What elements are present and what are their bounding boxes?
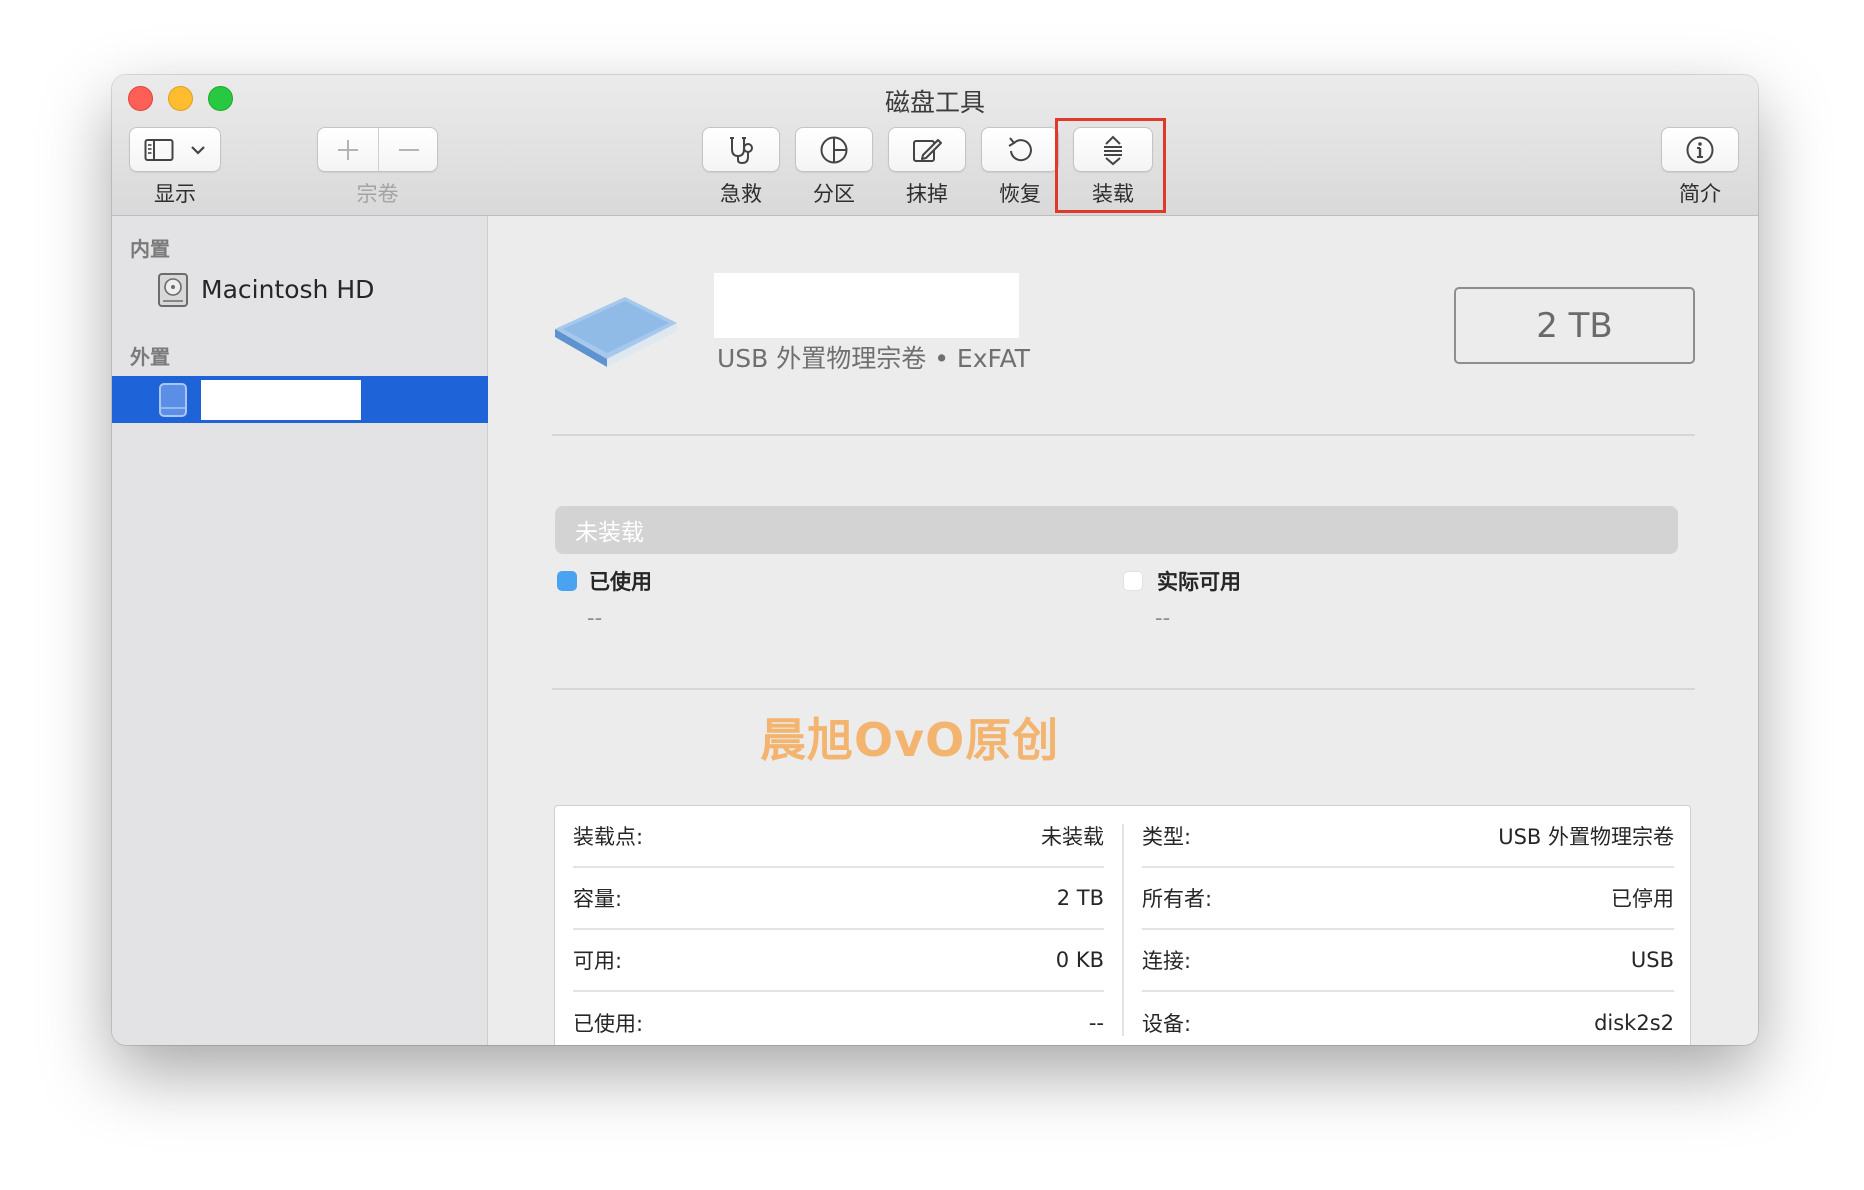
info-row-available: 可用: 0 KB — [573, 930, 1104, 992]
info-key: 容量: — [573, 887, 623, 911]
info-value: 未装载 — [1041, 825, 1104, 849]
info-value: -- — [1088, 1011, 1104, 1035]
partition-button[interactable] — [795, 127, 873, 172]
window-title: 磁盘工具 — [884, 88, 985, 117]
mount-highlight-annotation — [1055, 118, 1166, 213]
external-drive-icon — [555, 297, 677, 367]
first-aid-button[interactable] — [702, 127, 780, 172]
view-button[interactable] — [129, 127, 221, 172]
redacted-volume-title — [714, 273, 1019, 338]
info-row-used: 已使用: -- — [573, 992, 1104, 1045]
info-value: 已停用 — [1611, 887, 1674, 911]
main-panel: USB 外置物理宗卷 • ExFAT 2 TB 未装载 已使用 -- 实际可用 … — [489, 216, 1758, 1045]
volume-label: 宗卷 — [356, 182, 399, 206]
divider — [552, 434, 1695, 436]
info-key: 装载点: — [573, 825, 644, 849]
info-row-mount-point: 装载点: 未装载 — [573, 806, 1104, 868]
available-legend-value: -- — [1155, 606, 1171, 630]
erase-label: 抹掉 — [906, 182, 948, 206]
add-volume-button[interactable] — [318, 128, 378, 171]
info-icon — [1686, 136, 1714, 163]
divider — [552, 688, 1695, 690]
stethoscope-icon — [730, 136, 753, 164]
info-value: 0 KB — [1055, 948, 1104, 972]
used-legend-swatch — [557, 571, 577, 591]
first-aid-label: 急救 — [720, 182, 762, 206]
info-key: 设备: — [1142, 1012, 1192, 1036]
toolbar: 磁盘工具 显示 宗卷 急救 分区 抹掉 恢复 装载 简介 — [112, 75, 1758, 216]
info-column-right: 类型: USB 外置物理宗卷 所有者: 已停用 连接: USB 设备: disk… — [1124, 806, 1692, 1045]
info-table: 装载点: 未装载 容量: 2 TB 可用: 0 KB 已使用: -- 类型: U… — [554, 805, 1691, 1045]
volume-segmented-control[interactable] — [317, 127, 438, 172]
used-legend-label: 已使用 — [589, 570, 652, 594]
info-row-capacity: 容量: 2 TB — [573, 868, 1104, 930]
info-row-owners: 所有者: 已停用 — [1142, 868, 1674, 930]
minus-icon — [399, 148, 419, 151]
info-value: USB — [1630, 948, 1674, 972]
volume-subtitle: USB 外置物理宗卷 • ExFAT — [717, 344, 1031, 373]
info-key: 类型: — [1142, 825, 1192, 849]
sidebar-item-macintosh-hd[interactable]: Macintosh HD — [112, 266, 488, 313]
internal-disk-icon — [158, 272, 188, 307]
info-key: 所有者: — [1142, 887, 1213, 911]
sidebar-item-label: Macintosh HD — [201, 275, 375, 304]
external-disk-icon — [159, 382, 187, 417]
watermark-text: 晨旭OvO原创 — [760, 713, 1060, 767]
available-legend-swatch — [1123, 571, 1143, 591]
restore-arrow-icon — [1008, 136, 1032, 161]
info-value: 2 TB — [1056, 886, 1104, 910]
disk-utility-window: 磁盘工具 显示 宗卷 急救 分区 抹掉 恢复 装载 简介 内置 Macintos… — [112, 75, 1758, 1045]
capacity-badge: 2 TB — [1454, 287, 1695, 364]
pie-partition-icon — [820, 136, 848, 163]
view-label: 显示 — [154, 182, 196, 206]
usage-bar: 未装载 — [555, 506, 1678, 554]
info-key: 可用: — [573, 949, 623, 973]
erase-button[interactable] — [888, 127, 966, 172]
sidebar-heading-external: 外置 — [130, 345, 170, 369]
erase-pencil-icon — [913, 138, 942, 162]
used-legend-value: -- — [587, 606, 603, 630]
info-row-type: 类型: USB 外置物理宗卷 — [1142, 806, 1674, 868]
mount-status-label: 未装载 — [575, 520, 644, 546]
info-label: 简介 — [1679, 182, 1721, 206]
chevron-down-icon — [191, 145, 205, 155]
sidebar-heading-internal: 内置 — [130, 237, 170, 261]
plus-icon — [338, 139, 358, 160]
available-legend-label: 实际可用 — [1157, 570, 1241, 594]
info-value: USB 外置物理宗卷 — [1498, 825, 1674, 849]
info-button[interactable] — [1661, 127, 1739, 172]
sidebar: 内置 Macintosh HD 外置 — [112, 216, 488, 1045]
partition-label: 分区 — [813, 182, 855, 206]
info-row-connection: 连接: USB — [1142, 930, 1674, 992]
sidebar-icon — [144, 138, 174, 161]
redacted-volume-name — [201, 379, 361, 420]
restore-button[interactable] — [981, 127, 1059, 172]
info-row-device: 设备: disk2s2 — [1142, 992, 1674, 1045]
info-key: 已使用: — [573, 1012, 644, 1036]
info-key: 连接: — [1142, 949, 1192, 973]
sidebar-item-external-volume[interactable] — [112, 376, 488, 423]
restore-label: 恢复 — [999, 182, 1041, 206]
info-column-left: 装载点: 未装载 容量: 2 TB 可用: 0 KB 已使用: -- — [555, 806, 1122, 1045]
info-value: disk2s2 — [1594, 1011, 1674, 1035]
remove-volume-button[interactable] — [379, 128, 439, 171]
